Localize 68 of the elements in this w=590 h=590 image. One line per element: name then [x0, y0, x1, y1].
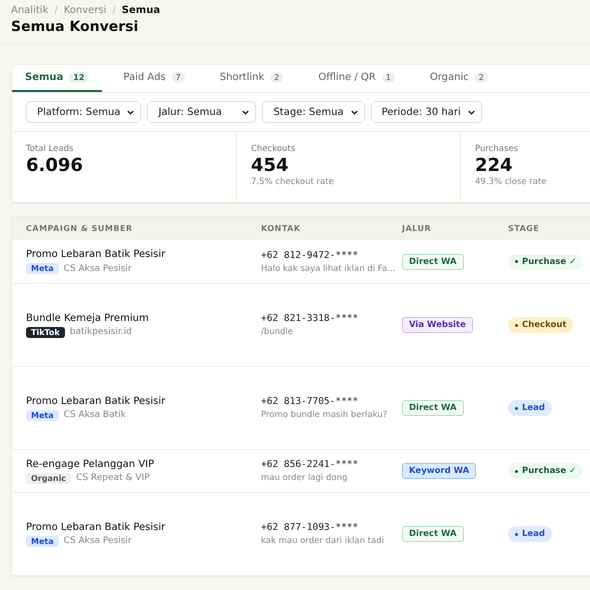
chevron-down-icon [241, 108, 250, 116]
breadcrumb-separator: / [112, 5, 116, 16]
filter-tab[interactable]: Organic 2 [416, 65, 502, 92]
route-tag: Direct WA [402, 400, 464, 416]
stage-pill: Lead [508, 400, 552, 416]
column-header: STAGE [508, 224, 540, 232]
route-tag: Direct WA [402, 526, 464, 542]
platform-tag: Meta [26, 263, 59, 274]
stat-note: 7.5% checkout rate [251, 177, 335, 187]
source-name: CS Repeat & VIP [76, 473, 150, 483]
message-preview: kak mau order dari iklan tadi [261, 536, 385, 546]
route-tag: Keyword WA [402, 463, 476, 479]
filter-dropdown[interactable]: Platform: Semua [26, 101, 142, 123]
source-name: CS Aksa Pesisir [64, 536, 132, 546]
phone-number: +62 877-1093-**** [261, 522, 360, 533]
stage-pill: Purchase ✓ [508, 254, 584, 270]
source-name: CS Aksa Batik [64, 410, 126, 420]
chevron-down-icon [126, 108, 136, 116]
phone-number: +62 821-3318-**** [261, 313, 360, 324]
filter-dropdown[interactable]: Stage: Semua [262, 101, 365, 123]
tab-count: 7 [172, 72, 185, 83]
stage-pill: Purchase ✓ [508, 463, 584, 479]
filter-tab[interactable]: Offline / QR 1 [305, 65, 409, 92]
route-tag: Via Website [402, 317, 473, 333]
tab-count: 12 [69, 72, 88, 83]
message-preview: /bundle [261, 327, 294, 337]
filter-tab[interactable]: Shortlink 2 [206, 65, 298, 92]
stat-label: Checkouts [251, 144, 296, 154]
tab-count: 1 [382, 72, 395, 83]
stat-value: 6.096 [26, 155, 84, 176]
column-header: CAMPAIGN & SUMBER [26, 224, 134, 232]
route-tag: Direct WA [402, 254, 464, 270]
campaign-name: Promo Lebaran Batik Pesisir [26, 396, 166, 406]
campaign-name: Promo Lebaran Batik Pesisir [26, 249, 166, 260]
platform-tag: TikTok [26, 326, 65, 338]
phone-number: +62 813-7705-**** [261, 396, 360, 407]
message-preview: mau order lagi dong [261, 473, 348, 483]
source-name: batikpesisir.id [70, 327, 132, 337]
stat-value: 454 [251, 155, 290, 176]
campaign-name: Bundle Kemeja Premium [26, 312, 150, 324]
message-preview: Promo bundle masih berlaku? [261, 410, 388, 420]
stat-label: Purchases [475, 144, 520, 154]
message-preview: Halo kak saya lihat iklan di Fa... [261, 264, 396, 274]
filter-dropdown[interactable]: Periode: 30 hari [370, 101, 482, 123]
platform-tag: Meta [26, 410, 59, 420]
campaign-name: Re-engage Pelanggan VIP [26, 458, 156, 470]
platform-tag: Meta [26, 536, 59, 546]
filter-dropdown[interactable]: Jalur: Semua [147, 101, 256, 123]
column-header: JALUR [402, 224, 432, 232]
filter-tab[interactable]: Paid Ads 7 [110, 65, 199, 92]
platform-tag: Organic [26, 472, 72, 484]
page-title: Semua Konversi [11, 19, 140, 35]
chevron-down-icon [350, 108, 359, 116]
phone-number: +62 856-2241-**** [261, 459, 360, 470]
stat-label: Total Leads [26, 144, 74, 154]
column-header: KONTAK [261, 224, 302, 232]
tab-count: 2 [474, 72, 488, 83]
stage-pill: Lead [508, 526, 552, 542]
stat-value: 224 [475, 155, 514, 176]
tab-count: 2 [270, 72, 284, 83]
breadcrumb-separator: / [54, 5, 58, 16]
source-name: CS Aksa Pesisir [64, 264, 132, 274]
chevron-down-icon [466, 108, 476, 116]
stage-pill: Checkout [508, 317, 574, 333]
campaign-name: Promo Lebaran Batik Pesisir [26, 522, 166, 532]
stat-note: 49.3% close rate [475, 177, 548, 187]
filter-tab[interactable]: Semua 12 [12, 65, 102, 92]
phone-number: +62 812-9472-**** [261, 250, 360, 260]
